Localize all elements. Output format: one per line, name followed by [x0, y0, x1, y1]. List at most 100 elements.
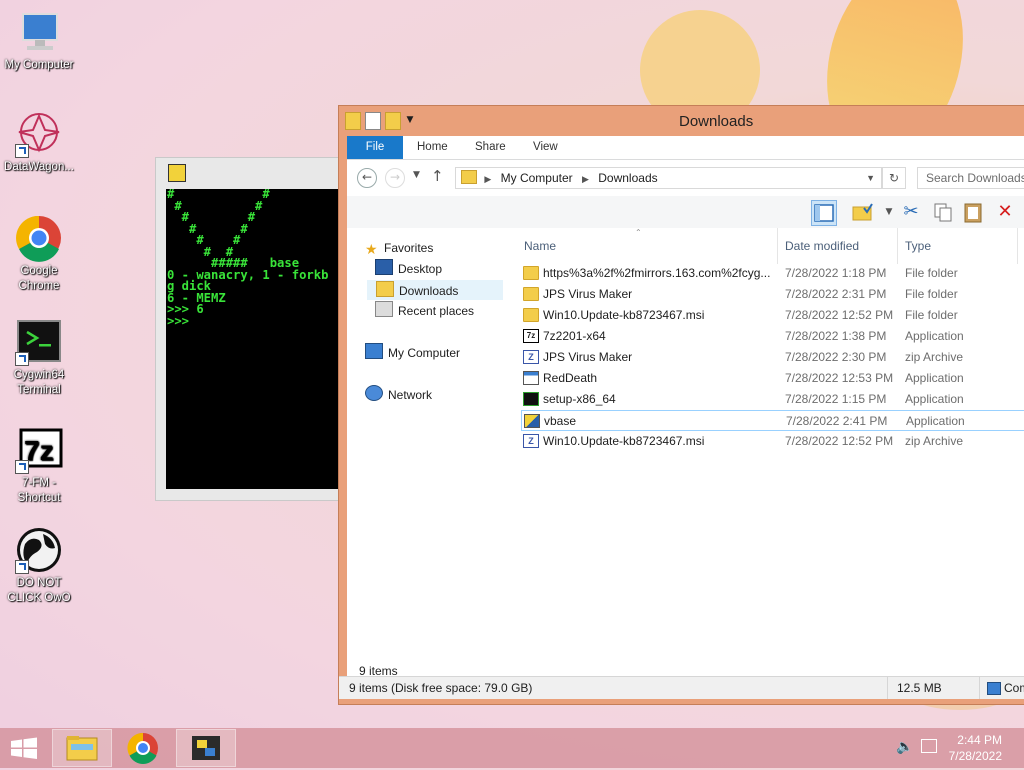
column-header-type[interactable]: Type	[905, 236, 931, 256]
folder-icon	[523, 266, 539, 280]
speaker-muted-icon[interactable]: 🔈	[896, 739, 913, 755]
command-toolbar: ▼ ✂ ✕	[347, 196, 1024, 229]
up-arrow-icon[interactable]: ↑	[431, 167, 444, 185]
breadcrumb-downloads[interactable]: Downloads	[598, 171, 657, 185]
column-header-date[interactable]: Date modified	[785, 236, 859, 256]
file-row[interactable]: JPS Virus Maker 7/28/2022 2:31 PM File fol…	[521, 284, 1024, 305]
file-date: 7/28/2022 2:31 PM	[785, 287, 887, 301]
column-divider[interactable]	[1017, 228, 1018, 264]
file-name: setup-x86_64	[543, 392, 616, 406]
breadcrumb-separator-icon: ▶	[581, 174, 589, 184]
taskbar-file-explorer[interactable]	[52, 729, 112, 767]
file-row[interactable]: Z Win10.Update-kb8723467.msi 7/28/2022 12:…	[521, 431, 1024, 452]
file-row[interactable]: Z JPS Virus Maker 7/28/2022 2:30 PM zip Arc…	[521, 347, 1024, 368]
7zip-icon: 7z	[15, 426, 63, 474]
explorer-window[interactable]: ▼ Downloads File Home Share View ← → ▼ ↑…	[338, 105, 1024, 705]
file-row[interactable]: https%3a%2f%2fmirrors.163.com%2fcyg... 7/…	[521, 263, 1024, 284]
file-row[interactable]: 7z 7z2201-x64 7/28/2022 1:38 PM Application	[521, 326, 1024, 347]
nav-favorites[interactable]: ★ Favorites	[365, 238, 433, 258]
delete-icon[interactable]: ✕	[993, 200, 1017, 224]
column-divider[interactable]	[897, 228, 898, 264]
nav-label: Downloads	[399, 284, 459, 298]
console-window[interactable]: # # # # # # # # # # # # ##### base 0 - w…	[155, 157, 347, 501]
star-icon: ★	[365, 241, 378, 257]
file-name: 7z2201-x64	[543, 329, 606, 343]
nav-desktop[interactable]: Desktop	[375, 259, 442, 279]
file-date: 7/28/2022 1:18 PM	[785, 266, 887, 280]
file-row[interactable]: Win10.Update-kb8723467.msi 7/28/2022 12:5…	[521, 305, 1024, 326]
recent-locations-icon[interactable]: ▼	[413, 170, 420, 180]
desktop-icon-label: DO NOT CLICK OwO	[7, 577, 71, 604]
file-date: 7/28/2022 2:41 PM	[786, 414, 888, 428]
file-date: 7/28/2022 12:52 PM	[785, 308, 894, 322]
desktop-icon-label: Google Chrome	[18, 265, 60, 292]
file-date: 7/28/2022 1:15 PM	[785, 392, 887, 406]
paste-icon[interactable]	[961, 200, 985, 224]
start-button[interactable]	[0, 729, 48, 767]
python-icon	[192, 736, 220, 760]
network-icon	[365, 385, 383, 401]
column-divider[interactable]	[777, 228, 778, 264]
folder-down-icon[interactable]	[345, 112, 361, 130]
breadcrumb-separator-icon: ▶	[484, 174, 492, 184]
window-content: File Home Share View ← → ▼ ↑ ▶ My Comput…	[347, 136, 1024, 696]
new-folder-icon[interactable]	[385, 112, 401, 130]
taskbar-python[interactable]	[176, 729, 236, 767]
nav-downloads[interactable]: Downloads	[367, 280, 503, 300]
address-bar[interactable]: ▶ My Computer ▶ Downloads ▼	[455, 167, 882, 189]
properties-icon[interactable]	[365, 112, 381, 130]
preview-pane-button[interactable]	[811, 200, 837, 226]
sort-indicator-icon: ⌃	[635, 228, 642, 237]
tab-home[interactable]: Home	[417, 136, 448, 159]
shortcut-arrow-icon	[15, 460, 29, 474]
quick-access-toolbar: ▼	[345, 112, 415, 130]
desktop-icon-7zip[interactable]: 7z 7-FM - Shortcut	[0, 426, 78, 506]
nav-recent-places[interactable]: Recent places	[375, 301, 474, 321]
desktop-icon-chrome[interactable]: Google Chrome	[0, 214, 78, 294]
nav-label: Favorites	[384, 241, 434, 255]
tab-file[interactable]: File	[347, 136, 403, 159]
network-tray-icon[interactable]	[921, 739, 937, 753]
shortcut-arrow-icon	[15, 560, 29, 574]
back-button[interactable]: ←	[357, 168, 377, 188]
folder-options-icon[interactable]	[851, 200, 875, 224]
file-name: Win10.Update-kb8723467.msi	[543, 308, 705, 322]
chevron-down-icon[interactable]: ▼	[877, 200, 901, 224]
file-row[interactable]: RedDeath 7/28/2022 12:53 PM Application	[521, 368, 1024, 389]
cut-icon[interactable]: ✂	[899, 200, 923, 224]
shortcut-arrow-icon	[15, 352, 29, 366]
tab-share[interactable]: Share	[475, 136, 506, 159]
desktop-icon-cygwin-terminal[interactable]: Cygwin64 Terminal	[0, 318, 78, 398]
console-output: # # # # # # # # # # # # ##### base 0 - w…	[167, 189, 329, 328]
nav-label: Desktop	[398, 262, 443, 276]
tab-view[interactable]: View	[533, 136, 558, 159]
title-bar[interactable]: ▼ Downloads	[339, 106, 1024, 136]
breadcrumb-my-computer[interactable]: My Computer	[501, 171, 573, 185]
file-date: 7/28/2022 12:52 PM	[785, 434, 894, 448]
chevron-down-icon[interactable]: ▼	[405, 112, 415, 128]
globe-icon	[15, 526, 63, 574]
refresh-button[interactable]: ↻	[882, 167, 906, 189]
copy-icon[interactable]	[931, 200, 955, 224]
datawagon-icon	[15, 110, 63, 158]
downloads-folder-icon	[376, 281, 394, 297]
window-title: Downloads	[679, 113, 754, 130]
taskbar-chrome[interactable]	[114, 729, 174, 767]
clock[interactable]: 2:44 PM 7/28/2022	[949, 732, 1002, 764]
windows-logo-icon	[11, 737, 37, 759]
desktop-icon-datawagon[interactable]: DataWagon...	[0, 110, 78, 175]
folder-down-icon	[461, 170, 477, 184]
column-header-name[interactable]: Name	[524, 236, 556, 256]
file-row-selected[interactable]: vbase 7/28/2022 2:41 PM Application	[521, 410, 1024, 431]
desktop-icon-do-not-click[interactable]: DO NOT CLICK OwO	[0, 526, 78, 606]
nav-network[interactable]: Network	[365, 385, 432, 405]
search-input[interactable]: Search Downloads	[917, 167, 1024, 189]
console-screen[interactable]: # # # # # # # # # # # # ##### base 0 - w…	[166, 189, 346, 489]
nav-my-computer[interactable]: My Computer	[365, 343, 460, 363]
desktop-icon-my-computer[interactable]: My Computer	[0, 8, 78, 73]
cygwin-icon	[523, 392, 539, 406]
file-row[interactable]: setup-x86_64 7/28/2022 1:15 PM Application	[521, 389, 1024, 410]
chevron-down-icon[interactable]: ▼	[866, 168, 875, 188]
forward-button[interactable]: →	[385, 168, 405, 188]
status-divider	[887, 677, 888, 699]
